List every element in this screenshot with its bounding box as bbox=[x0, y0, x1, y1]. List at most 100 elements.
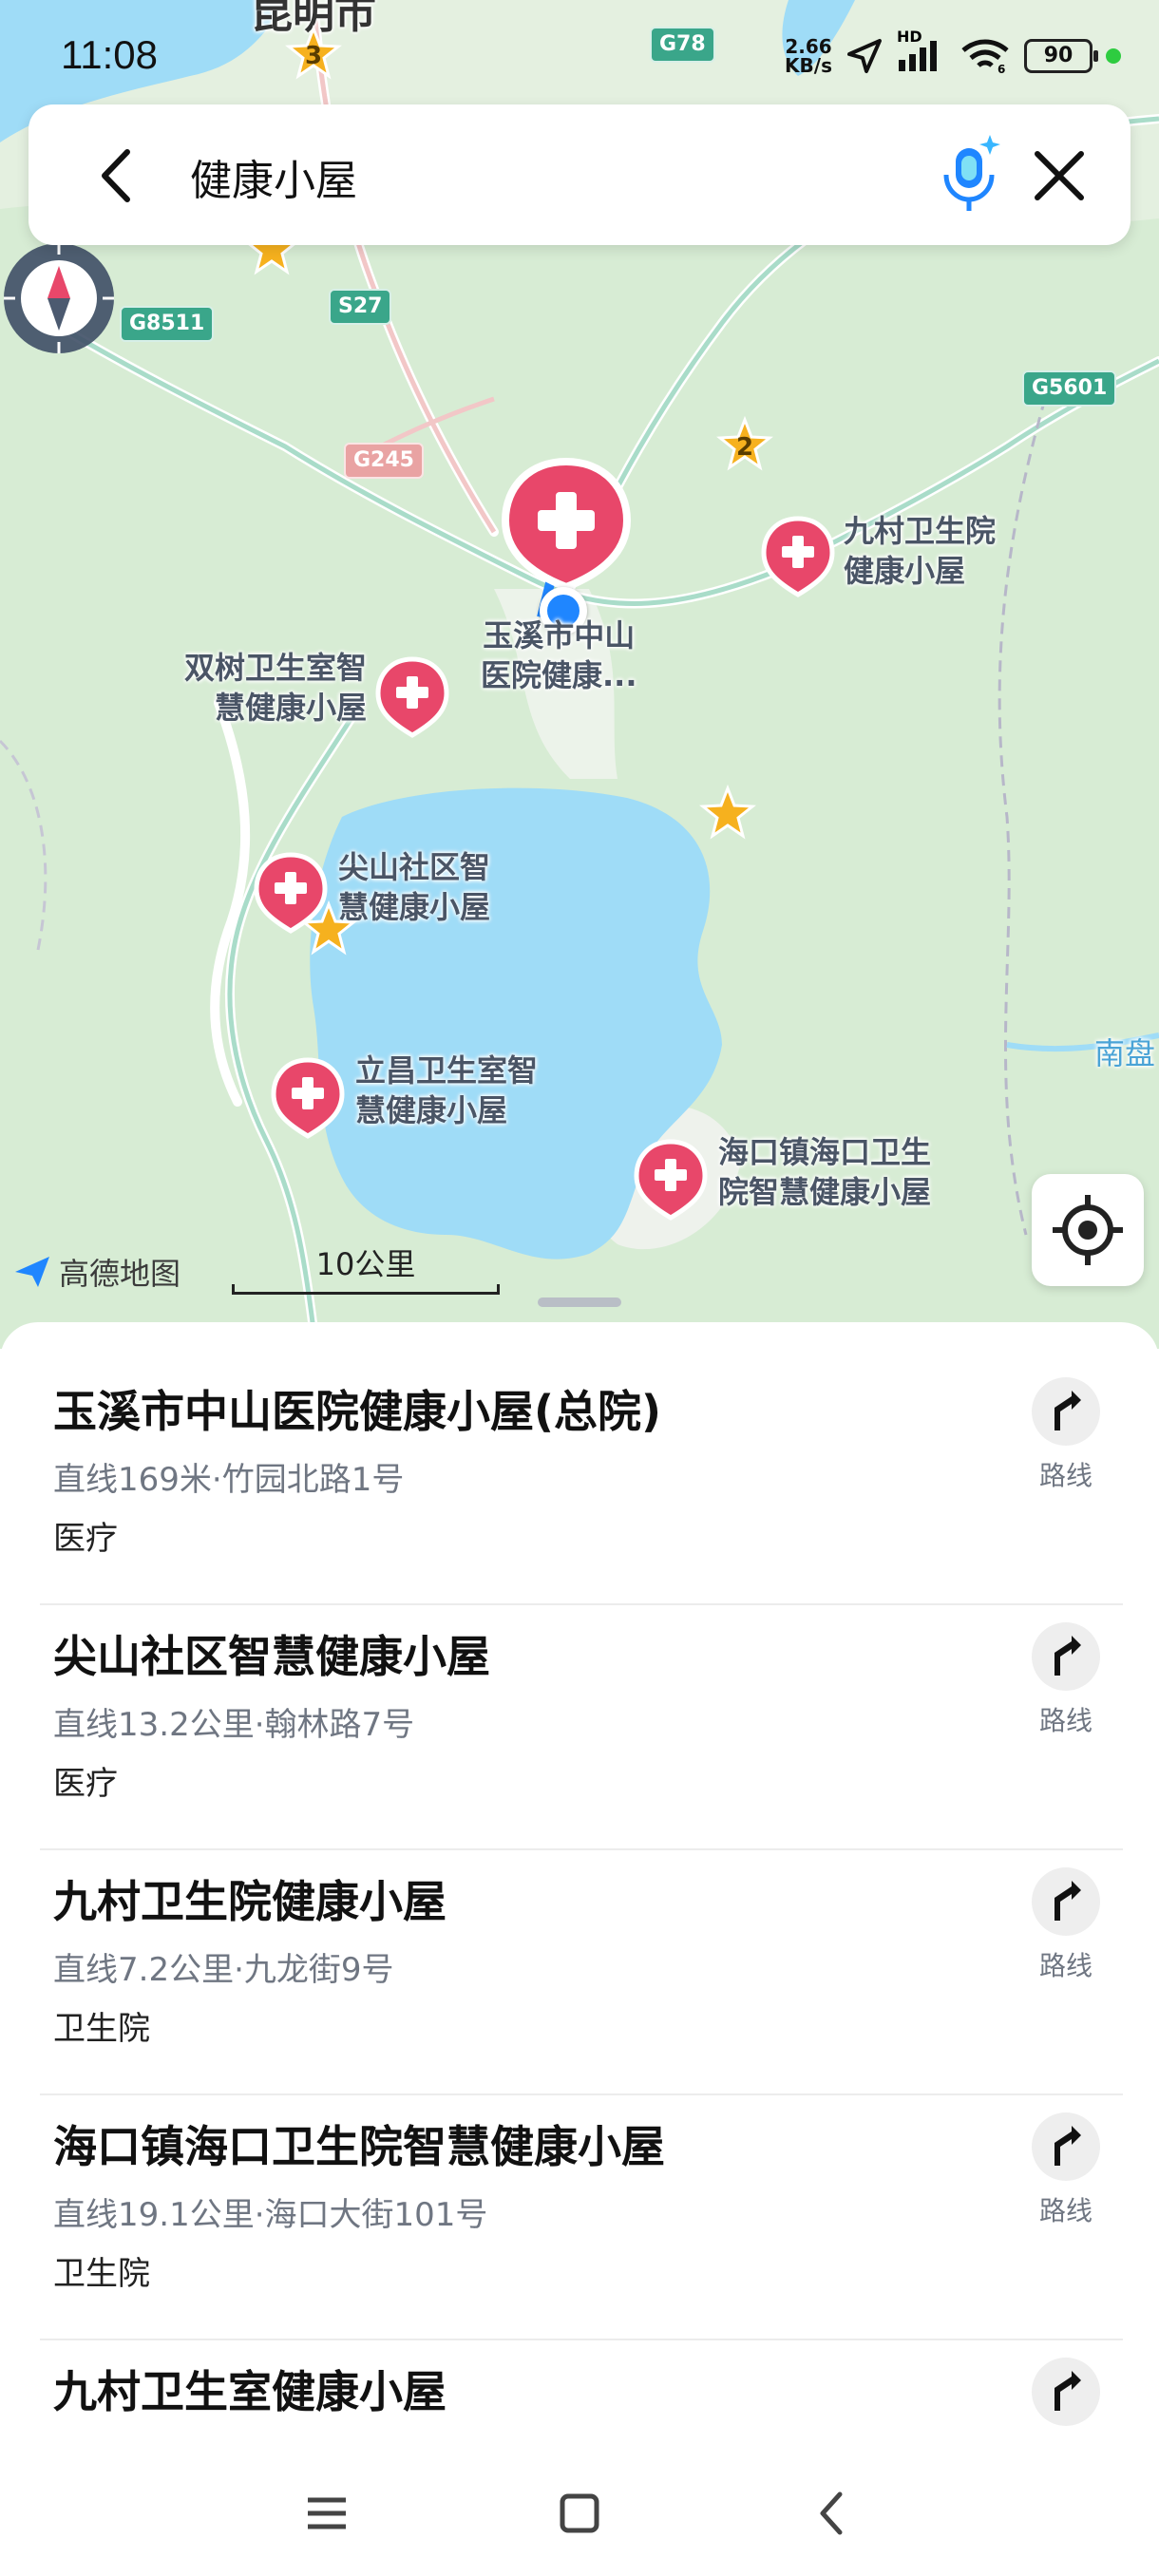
medical-cross-icon bbox=[501, 457, 632, 592]
chevron-left-icon bbox=[102, 149, 130, 202]
pin-label-zhongshan: 玉溪市中山 医院健康... bbox=[481, 616, 636, 695]
result-item[interactable]: 尖山社区智慧健康小屋 直线13.2公里·翰林路7号 医疗 路线 bbox=[40, 1603, 1123, 1850]
poi-star-icon[interactable] bbox=[698, 784, 757, 842]
poi-star-icon[interactable]: 2 bbox=[715, 415, 774, 473]
route-icon bbox=[1032, 2112, 1100, 2181]
pin-lichang[interactable] bbox=[270, 1056, 346, 1140]
pin-label-line: 九村卫生院 bbox=[844, 513, 997, 549]
back-button[interactable] bbox=[86, 142, 152, 209]
system-nav-bar bbox=[0, 2451, 1159, 2576]
result-item[interactable]: 九村卫生室健康小屋 bbox=[40, 2339, 1123, 2451]
star-number: 2 bbox=[735, 433, 754, 462]
medical-cross-icon bbox=[254, 852, 328, 934]
sheet-drag-handle[interactable] bbox=[538, 1297, 621, 1307]
road-shield-s27: S27 bbox=[329, 289, 392, 325]
route-label: 路线 bbox=[1038, 1950, 1092, 1981]
compass-button[interactable] bbox=[0, 239, 118, 357]
pin-jianshan[interactable] bbox=[253, 851, 329, 935]
pin-label-line: 慧健康小屋 bbox=[338, 889, 491, 925]
result-category: 卫生院 bbox=[53, 2255, 150, 2293]
scale-label: 10公里 bbox=[315, 1246, 416, 1282]
pin-label-line: 尖山社区智 bbox=[338, 849, 491, 885]
route-icon bbox=[1032, 1622, 1100, 1691]
scale-line bbox=[232, 1284, 500, 1295]
result-item[interactable]: 海口镇海口卫生院智慧健康小屋 直线19.1公里·海口大街101号 卫生院 路线 bbox=[40, 2093, 1123, 2340]
back-chevron-icon bbox=[820, 2491, 843, 2535]
location-arrow-icon bbox=[847, 39, 882, 73]
result-subtitle: 直线13.2公里·翰林路7号 bbox=[53, 1706, 415, 1744]
result-title: 海口镇海口卫生院智慧健康小屋 bbox=[53, 2121, 665, 2172]
battery-icon: 90 bbox=[1024, 39, 1098, 73]
logo-text: 高德地图 bbox=[59, 1256, 181, 1292]
route-label: 路线 bbox=[1038, 2195, 1092, 2226]
pin-jiucun[interactable] bbox=[760, 515, 836, 598]
menu-button[interactable] bbox=[298, 2485, 355, 2542]
route-label: 路线 bbox=[1038, 1460, 1092, 1491]
back-nav-button[interactable] bbox=[804, 2485, 861, 2542]
result-category: 医疗 bbox=[53, 1765, 118, 1803]
river-label: 南盘 bbox=[1094, 1035, 1156, 1071]
result-title: 尖山社区智慧健康小屋 bbox=[53, 1631, 490, 1682]
hd-label: HD bbox=[897, 28, 922, 46]
pin-label-line: 双树卫生室智 bbox=[183, 650, 367, 686]
net-speed: 2.66 KB/s bbox=[785, 37, 832, 75]
route-button[interactable]: 路线 bbox=[1018, 1377, 1113, 1493]
route-icon bbox=[1032, 1377, 1100, 1446]
pin-label-shuangshu: 双树卫生室智 慧健康小屋 bbox=[163, 648, 367, 728]
crosshair-icon bbox=[1053, 1195, 1123, 1265]
pin-label-jiucun: 九村卫生院 健康小屋 bbox=[844, 511, 996, 591]
result-category: 医疗 bbox=[53, 1520, 118, 1558]
signal-icon: HD bbox=[897, 28, 946, 77]
home-button[interactable] bbox=[551, 2485, 608, 2542]
search-input[interactable]: 健康小屋 bbox=[190, 146, 357, 207]
microphone-icon bbox=[943, 135, 1000, 211]
voice-search-button[interactable] bbox=[931, 131, 1007, 217]
amap-logo-icon bbox=[15, 1257, 49, 1287]
result-subtitle: 直线7.2公里·九龙街9号 bbox=[53, 1951, 394, 1989]
result-subtitle: 直线169米·竹园北路1号 bbox=[53, 1461, 405, 1499]
medical-cross-icon bbox=[634, 1139, 708, 1221]
route-label: 路线 bbox=[1038, 1705, 1092, 1736]
pin-label-line: 健康小屋 bbox=[844, 553, 966, 589]
net-speed-unit: KB/s bbox=[785, 54, 832, 77]
route-icon bbox=[1032, 2358, 1100, 2426]
search-bar[interactable]: 健康小屋 bbox=[28, 104, 1130, 245]
privacy-dot bbox=[1106, 48, 1121, 64]
svg-text:6: 6 bbox=[998, 63, 1005, 75]
selected-pin[interactable] bbox=[496, 454, 636, 597]
pin-label-line: 院智慧健康小屋 bbox=[718, 1174, 932, 1210]
result-item[interactable]: 玉溪市中山医院健康小屋(总院) 直线169米·竹园北路1号 医疗 路线 bbox=[40, 1358, 1123, 1605]
pin-label-lichang: 立昌卫生室智 慧健康小屋 bbox=[355, 1051, 538, 1130]
wifi-icon: 6 bbox=[961, 39, 1009, 75]
compass-icon bbox=[4, 243, 114, 353]
pin-label-line: 医院健康... bbox=[481, 657, 637, 693]
road-shield-g5601: G5601 bbox=[1022, 370, 1117, 407]
route-button[interactable]: 路线 bbox=[1018, 1622, 1113, 1738]
clear-search-button[interactable] bbox=[1026, 142, 1092, 209]
pin-haikou[interactable] bbox=[633, 1138, 709, 1222]
net-speed-value: 2.66 bbox=[785, 35, 832, 58]
route-button[interactable]: 路线 bbox=[1018, 1867, 1113, 1983]
medical-cross-icon bbox=[271, 1057, 345, 1139]
locate-me-button[interactable] bbox=[1032, 1174, 1144, 1286]
pin-label-haikou: 海口镇海口卫生 院智慧健康小屋 bbox=[718, 1132, 931, 1212]
result-title: 九村卫生室健康小屋 bbox=[53, 2366, 446, 2417]
result-category: 卫生院 bbox=[53, 2010, 150, 2048]
menu-icon bbox=[308, 2497, 346, 2529]
scale-bar: 10公里 bbox=[232, 1241, 500, 1295]
pin-label-line: 玉溪市中山 bbox=[483, 617, 636, 653]
route-button[interactable]: 路线 bbox=[1018, 2112, 1113, 2228]
status-icons: 2.66 KB/s HD 6 90 bbox=[785, 28, 1121, 80]
result-title: 九村卫生院健康小屋 bbox=[53, 1876, 446, 1927]
medical-cross-icon bbox=[375, 656, 449, 738]
route-button[interactable] bbox=[1018, 2358, 1113, 2426]
amap-logo: 高德地图 bbox=[13, 1250, 180, 1294]
result-item[interactable]: 九村卫生院健康小屋 直线7.2公里·九龙街9号 卫生院 路线 bbox=[40, 1848, 1123, 2095]
result-title: 玉溪市中山医院健康小屋(总院) bbox=[53, 1386, 662, 1437]
road-shield-g245: G245 bbox=[344, 443, 424, 479]
pin-label-jianshan: 尖山社区智 慧健康小屋 bbox=[338, 847, 490, 927]
pin-shuangshu[interactable] bbox=[374, 655, 450, 739]
road-shield-g8511: G8511 bbox=[120, 306, 215, 342]
pin-label-line: 慧健康小屋 bbox=[214, 690, 367, 726]
medical-cross-icon bbox=[761, 516, 835, 597]
